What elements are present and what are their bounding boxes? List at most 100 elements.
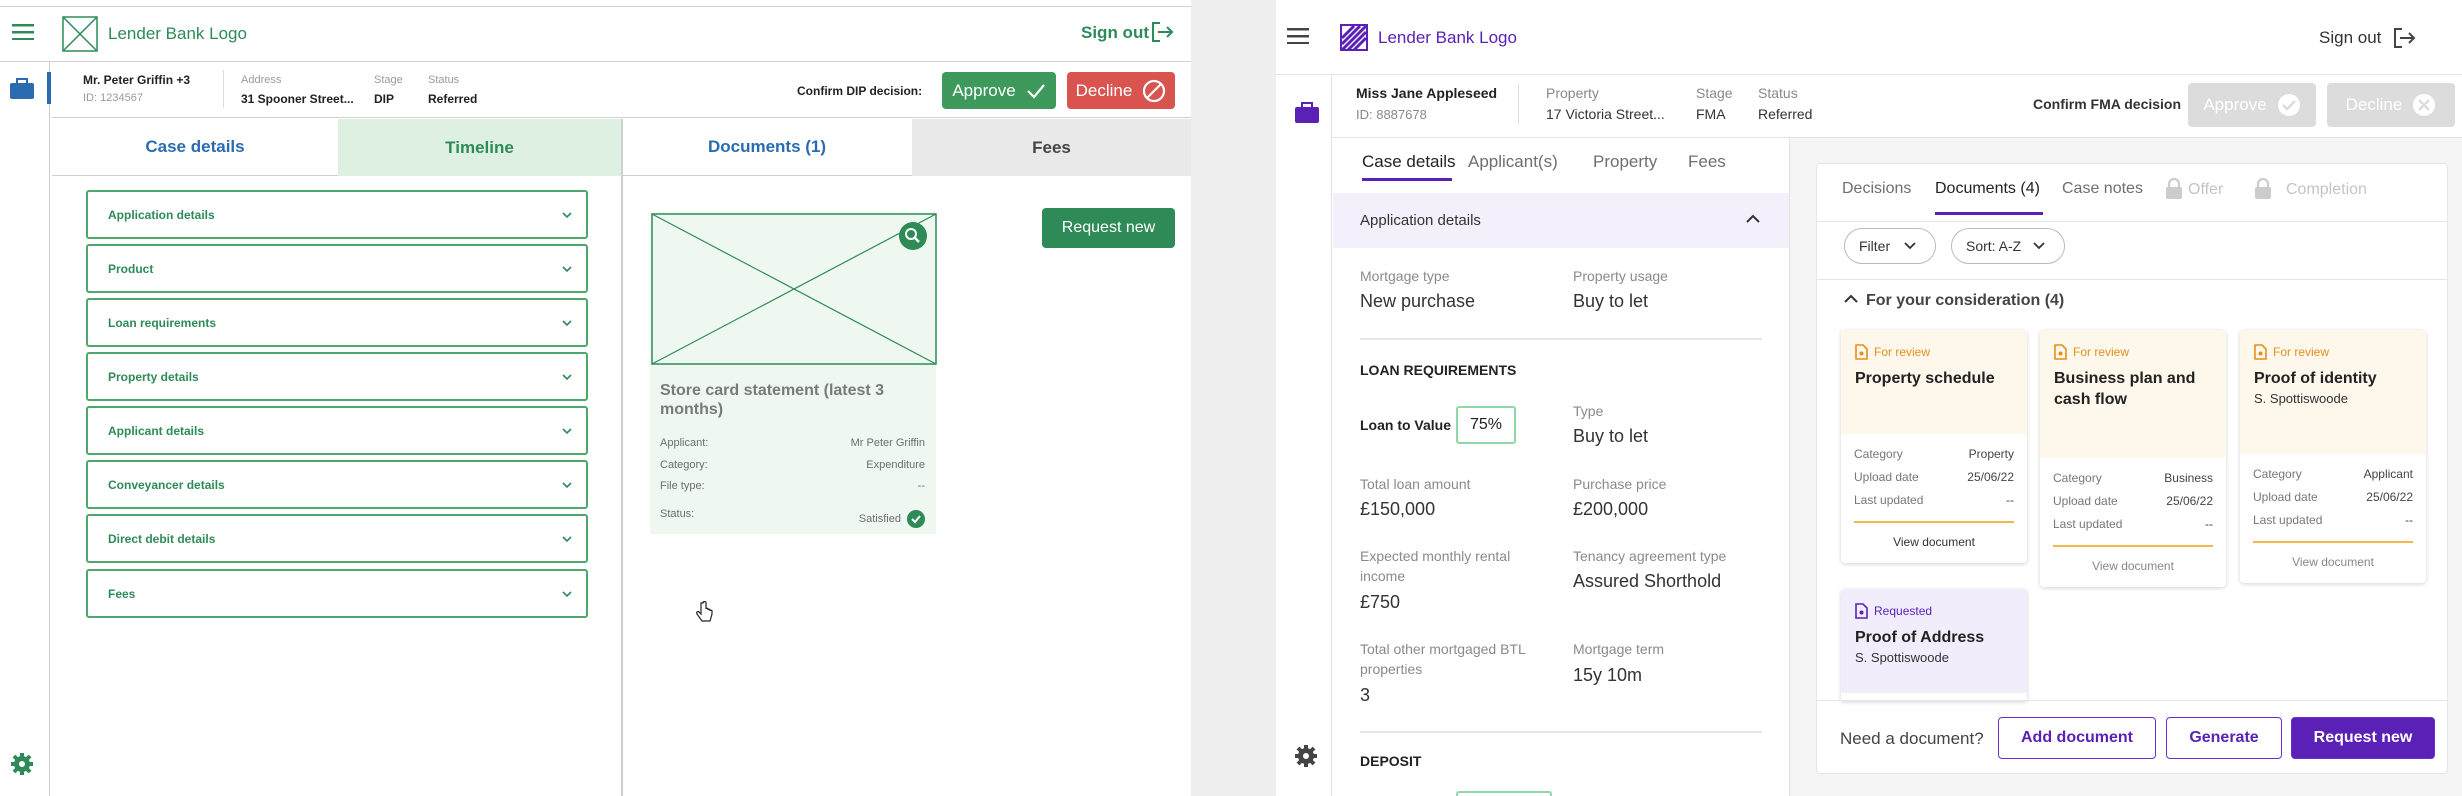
briefcase-icon[interactable] xyxy=(1294,100,1320,124)
request-new-button[interactable]: Request new xyxy=(1042,208,1175,248)
accordion-item[interactable]: Application details xyxy=(86,190,588,239)
chevron-down-icon xyxy=(562,481,572,488)
view-document-link[interactable]: View document xyxy=(1841,535,2027,563)
tab-fees[interactable]: Fees xyxy=(1688,152,1726,172)
approve-label: Approve xyxy=(2203,95,2267,114)
hamburger-menu-icon[interactable] xyxy=(1287,28,1309,44)
generate-button[interactable]: Generate xyxy=(2166,717,2282,759)
applicant-name: Mr. Peter Griffin +3 xyxy=(83,73,191,87)
loan-requirements-heading: LOAN REQUIREMENTS xyxy=(1360,362,1517,378)
view-document-link[interactable]: View document xyxy=(2040,559,2226,587)
chevron-up-icon[interactable] xyxy=(1746,213,1760,223)
property-usage-label: Property usage xyxy=(1573,268,1668,284)
accordion-item-label: Direct debit details xyxy=(108,531,216,546)
decline-button-disabled[interactable]: Decline xyxy=(2327,83,2455,127)
rental-income-value: £750 xyxy=(1360,592,1401,612)
other-btl-value: 3 xyxy=(1360,685,1371,705)
chevron-up-icon[interactable] xyxy=(1844,293,1858,303)
card-field-label: Last updated xyxy=(2253,512,2323,527)
chevron-down-icon xyxy=(562,373,572,380)
tab-case-notes[interactable]: Case notes xyxy=(2062,180,2143,198)
filter-label: Filter xyxy=(1859,238,1891,254)
stage-label: Stage xyxy=(1696,85,1733,101)
accordion-item[interactable]: Loan requirements xyxy=(86,298,588,347)
document-card[interactable]: For review Proof of identity S. Spottiswoo… xyxy=(2240,330,2426,583)
sort-dropdown[interactable]: Sort: A-Z xyxy=(1951,228,2065,264)
card-field-value: 25/06/22 xyxy=(1967,469,2014,484)
document-icon xyxy=(2254,344,2267,360)
card-header: For review Business plan and cash flow xyxy=(2040,330,2226,458)
total-loan-value: £150,000 xyxy=(1360,499,1436,519)
tab-documents[interactable]: Documents (1) xyxy=(622,119,912,176)
hamburger-menu-icon[interactable] xyxy=(12,24,34,40)
tab-case-details[interactable]: Case details xyxy=(52,119,338,176)
tab-case-details[interactable]: Case details xyxy=(1362,152,1456,172)
tab-documents[interactable]: Documents (4) xyxy=(1935,180,2040,198)
approve-button[interactable]: Approve xyxy=(942,72,1056,109)
settings-gear-icon[interactable] xyxy=(10,752,34,776)
divider xyxy=(1360,731,1762,733)
document-thumbnail-placeholder xyxy=(651,213,937,365)
approve-button-disabled[interactable]: Approve xyxy=(2188,83,2316,127)
card-title: Proof of identity xyxy=(2254,370,2377,387)
sign-out-link[interactable]: Sign out xyxy=(2319,28,2381,48)
tab-applicants[interactable]: Applicant(s) xyxy=(1468,152,1558,172)
confirm-fma-label: Confirm FMA decision xyxy=(2033,96,2182,112)
card-title: Property schedule xyxy=(1855,370,1995,387)
accordion-item[interactable]: Applicant details xyxy=(86,406,588,455)
card-field-value: -- xyxy=(2006,492,2014,507)
tab-completion-locked: Completion xyxy=(2286,181,2367,198)
tab-property[interactable]: Property xyxy=(1593,152,1657,172)
request-new-button[interactable]: Request new xyxy=(2291,717,2435,759)
sign-out-link[interactable]: Sign out xyxy=(1081,23,1149,43)
ltv-value-field[interactable]: 75% xyxy=(1456,406,1516,444)
ltv-label: Loan to Value xyxy=(1360,417,1452,433)
card-updated-row: Last updated -- xyxy=(2240,508,2426,531)
tab-decisions[interactable]: Decisions xyxy=(1842,180,1911,198)
status-value: Referred xyxy=(428,92,478,106)
decline-label: Decline xyxy=(1075,80,1133,100)
accordion-item[interactable]: Direct debit details xyxy=(86,514,588,563)
accordion-item[interactable]: Property details xyxy=(86,352,588,401)
filter-dropdown[interactable]: Filter xyxy=(1844,228,1936,264)
accordion-item-label: Product xyxy=(108,261,154,276)
card-header: For review Proof of identity S. Spottiswoo… xyxy=(2240,330,2426,454)
document-card[interactable]: For review Business plan and cash flow Cat… xyxy=(2040,330,2226,587)
zoom-search-icon[interactable] xyxy=(898,221,928,251)
chevron-down-icon xyxy=(562,590,572,597)
add-document-button[interactable]: Add document xyxy=(1998,717,2156,759)
document-card[interactable]: For review Property schedule Category Prope… xyxy=(1841,330,2027,563)
total-loan-label: Total loan amount xyxy=(1360,476,1471,492)
card-field-value: 25/06/22 xyxy=(2166,493,2213,508)
accordion-item[interactable]: Product xyxy=(86,244,588,293)
card-divider xyxy=(2053,545,2213,547)
tenancy-label: Tenancy agreement type xyxy=(1573,548,1727,564)
sign-out-icon[interactable] xyxy=(2392,27,2416,49)
close-circle-icon xyxy=(2413,94,2436,116)
accordion-item[interactable]: Fees xyxy=(86,569,588,618)
decline-label: Decline xyxy=(2345,95,2403,114)
card-field-value: 25/06/22 xyxy=(2366,489,2413,504)
doc-filetype-row: File type: -- xyxy=(660,480,925,492)
sign-out-icon[interactable] xyxy=(1150,21,1174,43)
view-document-link[interactable]: View document xyxy=(2240,555,2426,583)
briefcase-icon[interactable] xyxy=(9,76,35,100)
settings-gear-icon[interactable] xyxy=(1294,744,1318,768)
tab-timeline[interactable]: Timeline xyxy=(338,119,621,176)
accordion-item[interactable]: Conveyancer details xyxy=(86,460,588,509)
purchase-price-value: £200,000 xyxy=(1573,499,1649,519)
card-subtitle: S. Spottiswoode xyxy=(1855,650,1949,665)
card-updated-row: Last updated -- xyxy=(2040,512,2226,535)
card-upload-row: Upload date 25/06/22 xyxy=(2040,489,2226,512)
rental-income-label: Expected monthly rental income xyxy=(1360,548,1511,584)
active-tab-underline xyxy=(1935,212,2043,215)
document-card[interactable]: Requested Proof of Address S. Spottiswoode xyxy=(1841,589,2027,701)
chevron-down-icon xyxy=(1904,242,1916,250)
decline-button[interactable]: Decline xyxy=(1067,72,1175,109)
card-status: Requested xyxy=(1855,603,2013,619)
tab-fees[interactable]: Fees xyxy=(912,119,1191,176)
card-category-row: Category Business xyxy=(2040,466,2226,489)
deposit-field-partial[interactable] xyxy=(1456,791,1552,796)
card-field-value: -- xyxy=(2405,512,2413,527)
accordion-item-label: Conveyancer details xyxy=(108,477,225,492)
